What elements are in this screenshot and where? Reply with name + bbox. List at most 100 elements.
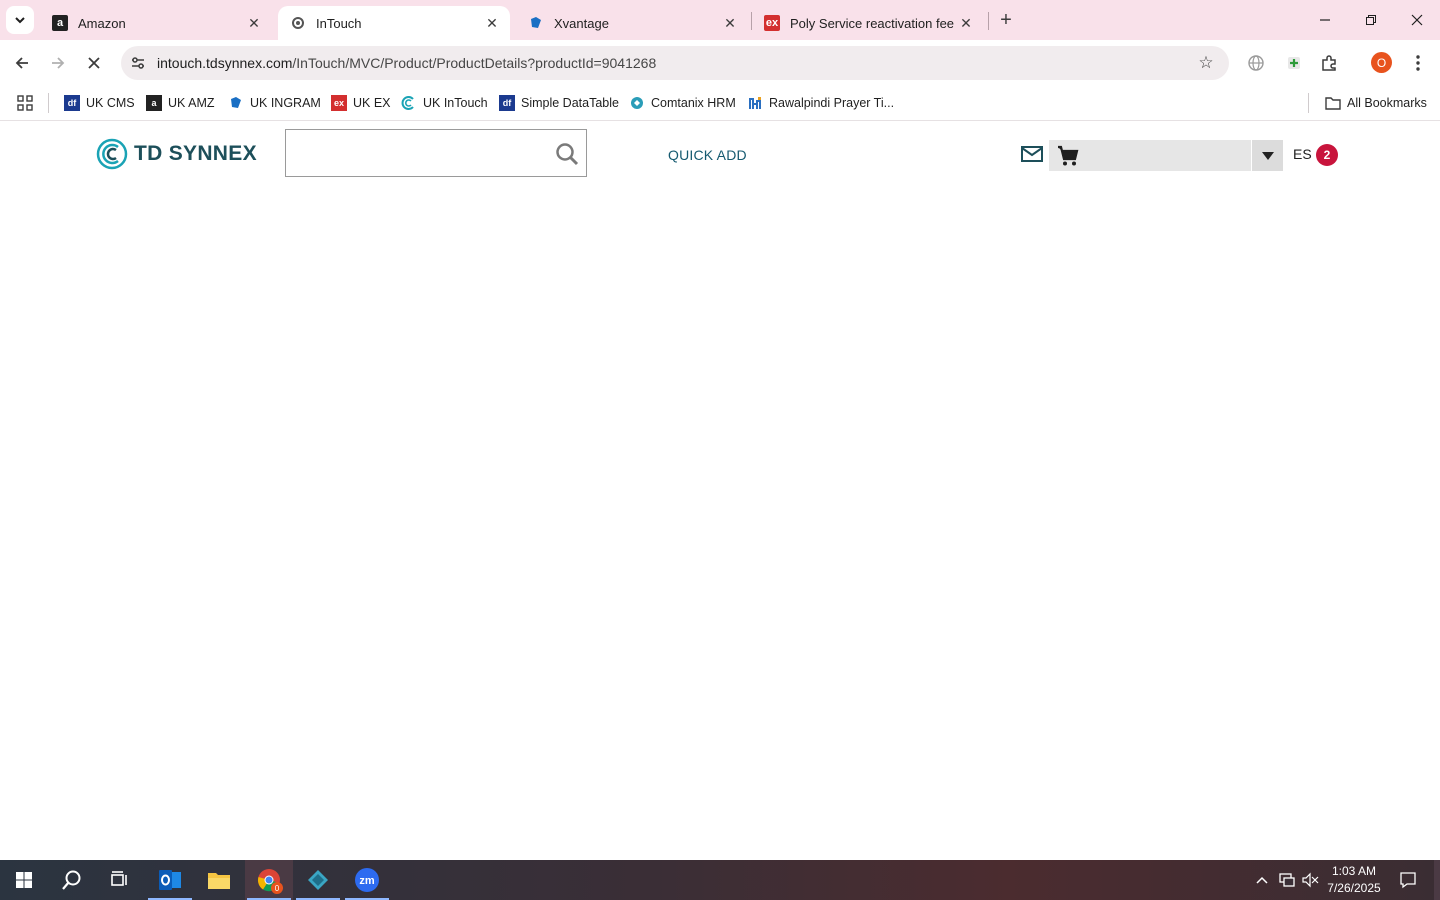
cms-icon: df — [64, 95, 80, 111]
close-icon[interactable]: ✕ — [956, 13, 976, 33]
bookmark-uk-ex[interactable]: ex UK EX — [331, 92, 391, 114]
apps-button[interactable] — [17, 92, 33, 114]
tab-title: Xvantage — [554, 15, 609, 31]
bookmark-uk-ingram[interactable]: UK INGRAM — [228, 92, 321, 114]
extension-plus-icon[interactable] — [1282, 51, 1306, 75]
shopping-cart-icon — [1058, 145, 1079, 166]
new-tab-button[interactable]: + — [994, 8, 1018, 32]
url-host: intouch.tdsynnex.com — [157, 55, 293, 71]
extensions-puzzle-icon[interactable] — [1317, 51, 1341, 75]
translate-icon[interactable] — [1244, 51, 1268, 75]
bookmark-label: Comtanix HRM — [651, 96, 736, 110]
diamond-app-icon — [308, 870, 328, 890]
close-window-button[interactable] — [1394, 0, 1440, 40]
search-icon[interactable] — [554, 141, 580, 167]
bookmark-uk-cms[interactable]: df UK CMS — [64, 92, 135, 114]
tab-xvantage[interactable]: Xvantage ✕ — [516, 6, 748, 40]
intouch-icon — [401, 95, 417, 111]
bookmark-label: Rawalpindi Prayer Ti... — [769, 96, 895, 110]
tab-amazon[interactable]: a Amazon ✕ — [40, 6, 272, 40]
chevron-down-icon — [15, 17, 25, 24]
tab-search-button[interactable] — [6, 6, 34, 34]
bookmark-label: UK EX — [353, 96, 391, 110]
bookmark-star-icon[interactable]: ☆ — [1197, 53, 1215, 72]
close-icon — [1411, 14, 1423, 26]
xvantage-icon — [528, 15, 544, 31]
bookmark-uk-amz[interactable]: a UK AMZ — [146, 92, 215, 114]
outlook-icon — [159, 870, 181, 890]
tab-intouch[interactable]: InTouch ✕ — [278, 6, 510, 40]
system-clock[interactable]: 1:03 AM 7/26/2025 — [1318, 863, 1390, 897]
profile-avatar[interactable]: O — [1371, 52, 1392, 73]
notification-icon — [1400, 872, 1416, 889]
task-view-icon — [111, 871, 127, 886]
taskbar-file-explorer[interactable] — [195, 860, 243, 900]
taskbar-search-button[interactable] — [48, 860, 96, 900]
bookmark-rawalpindi-prayer[interactable]: Rawalpindi Prayer Ti... — [747, 92, 894, 114]
show-desktop-button[interactable] — [1434, 860, 1440, 900]
bookmarks-bar: df UK CMS a UK AMZ UK INGRAM ex UK EX UK… — [0, 85, 1440, 121]
browser-toolbar: intouch.tdsynnex.com/InTouch/MVC/Product… — [0, 40, 1440, 85]
ex-icon: ex — [764, 15, 780, 31]
close-icon — [88, 57, 100, 69]
show-hidden-icons[interactable] — [1252, 860, 1272, 900]
close-icon[interactable]: ✕ — [244, 13, 264, 33]
taskbar-zoom[interactable]: zm — [343, 860, 391, 900]
close-icon[interactable]: ✕ — [482, 13, 502, 33]
folder-icon — [208, 873, 230, 889]
address-bar[interactable]: intouch.tdsynnex.com/InTouch/MVC/Product… — [121, 46, 1229, 80]
minimize-button[interactable] — [1302, 0, 1348, 40]
site-settings-icon[interactable] — [129, 54, 147, 72]
cart-dropdown-button[interactable] — [1251, 140, 1283, 171]
tab-separator — [988, 12, 989, 30]
back-button[interactable] — [9, 50, 35, 76]
network-tray[interactable] — [1276, 860, 1298, 900]
amazon-icon: a — [146, 95, 162, 111]
bookmark-simple-datatable[interactable]: df Simple DataTable — [499, 92, 619, 114]
cart-selector[interactable] — [1049, 140, 1283, 171]
action-center-button[interactable] — [1396, 860, 1420, 900]
search-icon — [62, 870, 81, 890]
notification-badge[interactable]: 2 — [1316, 144, 1338, 166]
more-menu-icon[interactable] — [1406, 51, 1430, 75]
forward-button[interactable] — [45, 50, 71, 76]
tab-title: InTouch — [316, 15, 362, 31]
logo-text: TD SYNNEX — [134, 142, 257, 165]
speaker-muted-icon — [1302, 872, 1319, 888]
restore-button[interactable] — [1348, 0, 1394, 40]
bookmark-separator — [1308, 93, 1309, 113]
apps-grid-icon — [17, 95, 33, 111]
tab-poly-service[interactable]: ex Poly Service reactivation fee Sm ✕ — [752, 6, 984, 40]
mail-icon[interactable] — [1020, 144, 1044, 164]
hrm-icon — [629, 95, 645, 111]
start-button[interactable] — [0, 860, 48, 900]
product-search-input[interactable] — [285, 129, 587, 177]
svg-text:zm: zm — [359, 875, 375, 887]
zoom-icon: zm — [355, 868, 379, 892]
bookmark-label: UK CMS — [86, 96, 135, 110]
bookmark-label: Simple DataTable — [521, 96, 619, 110]
user-initials[interactable]: ES — [1293, 146, 1312, 162]
stop-loading-button[interactable] — [81, 50, 107, 76]
clock-time: 1:03 AM — [1331, 864, 1377, 878]
arrow-right-icon — [52, 57, 65, 69]
quick-add-link[interactable]: QUICK ADD — [668, 147, 747, 163]
taskbar-outlook[interactable] — [146, 860, 194, 900]
tab-strip: a Amazon ✕ InTouch ✕ Xvantage ✕ ex Poly … — [0, 0, 1440, 40]
close-icon[interactable]: ✕ — [720, 13, 740, 33]
task-view-button[interactable] — [96, 860, 144, 900]
folder-icon — [1325, 95, 1341, 111]
td-synnex-logo-icon — [96, 138, 128, 170]
windows-logo-icon — [16, 872, 32, 888]
bookmark-uk-intouch[interactable]: UK InTouch — [401, 92, 488, 114]
taskbar-app-diamond[interactable] — [294, 860, 342, 900]
url-path: /InTouch/MVC/Product/ProductDetails?prod… — [292, 55, 657, 71]
all-bookmarks-button[interactable]: All Bookmarks — [1325, 92, 1427, 114]
bookmark-label: UK InTouch — [423, 96, 488, 110]
ingram-icon — [228, 95, 244, 111]
bookmark-label: All Bookmarks — [1347, 96, 1427, 110]
td-synnex-logo[interactable]: TD SYNNEX — [96, 138, 257, 170]
page-content: TD SYNNEX QUICK ADD ES 2 — [0, 121, 1440, 860]
bookmark-comtanix-hrm[interactable]: Comtanix HRM — [629, 92, 736, 114]
taskbar-chrome[interactable]: 0 — [245, 860, 293, 900]
